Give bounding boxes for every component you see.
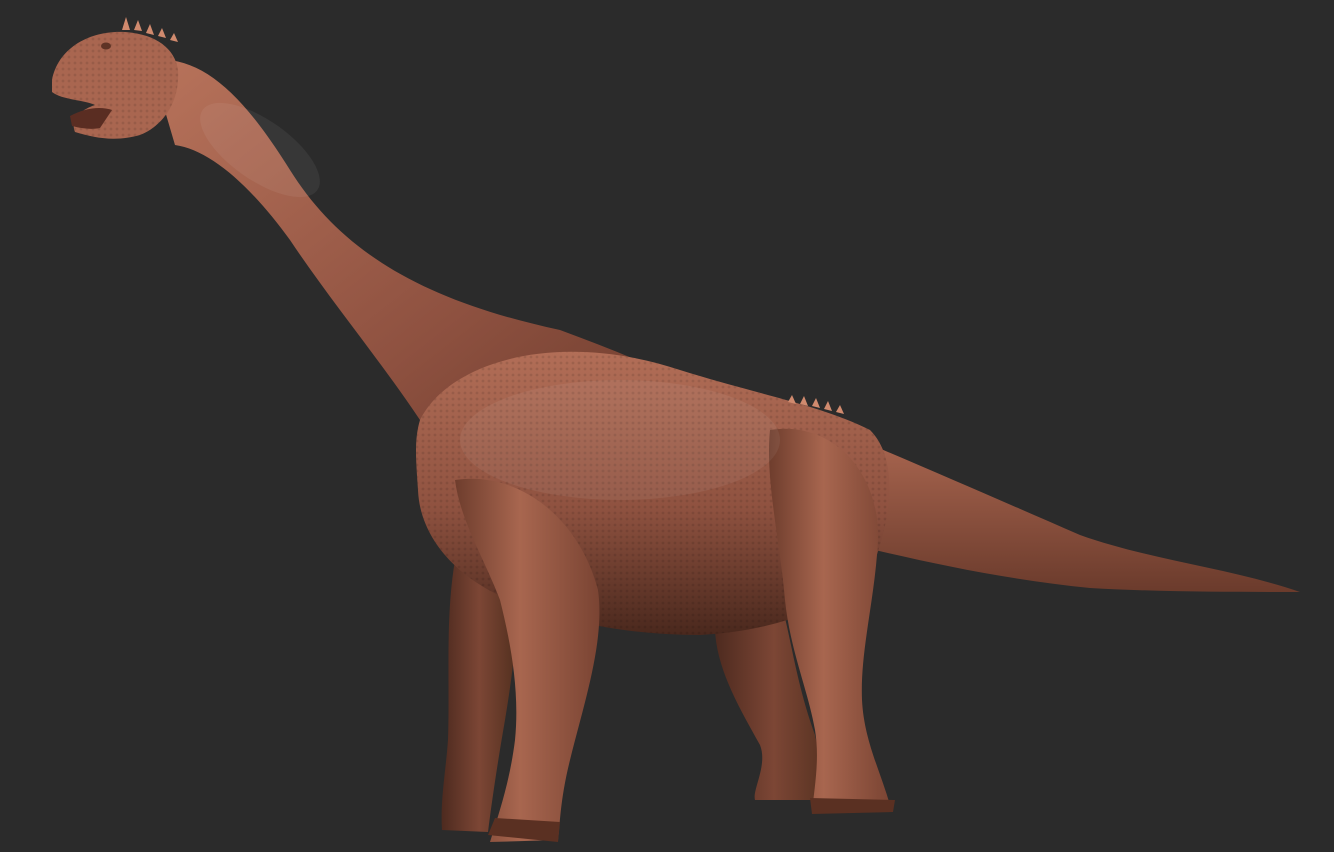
eye — [101, 42, 111, 50]
tail — [860, 440, 1300, 592]
viewport — [0, 0, 1334, 852]
dinosaur-render — [52, 17, 1300, 842]
